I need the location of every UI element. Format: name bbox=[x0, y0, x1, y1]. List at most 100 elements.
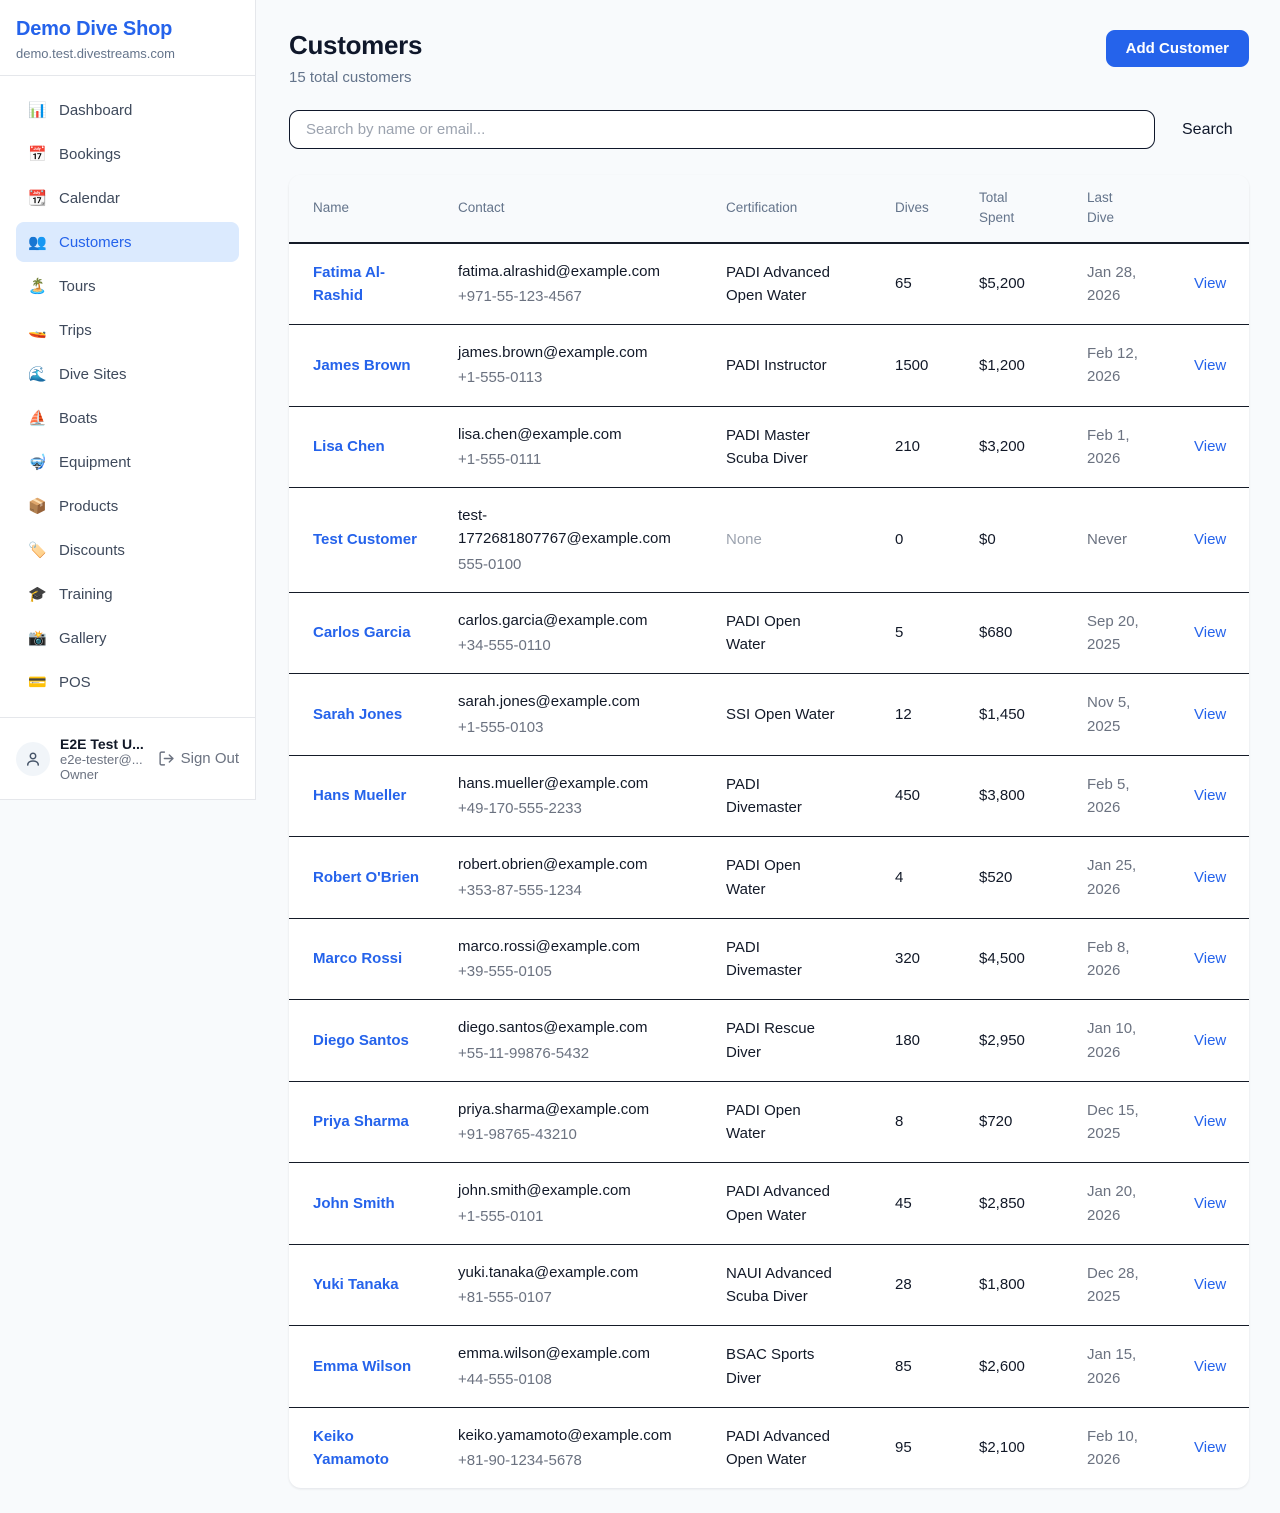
customer-total-spent: $520 bbox=[955, 837, 1063, 919]
customer-view-link[interactable]: View bbox=[1194, 275, 1226, 292]
customer-last-dive: Feb 8, 2026 bbox=[1063, 918, 1170, 1000]
customer-name-link[interactable]: Keiko Yamamoto bbox=[313, 1428, 389, 1468]
sidebar-item-pos[interactable]: 💳 POS bbox=[16, 662, 239, 702]
customer-total-spent: $0 bbox=[955, 488, 1063, 593]
customer-view-link[interactable]: View bbox=[1194, 869, 1226, 886]
customer-phone: +353-87-555-1234 bbox=[458, 879, 674, 902]
customer-name-link[interactable]: Emma Wilson bbox=[313, 1358, 411, 1375]
customer-view-link[interactable]: View bbox=[1194, 531, 1226, 548]
customer-email: priya.sharma@example.com bbox=[458, 1098, 674, 1121]
customer-name-link[interactable]: Robert O'Brien bbox=[313, 869, 419, 886]
customer-email: lisa.chen@example.com bbox=[458, 423, 674, 446]
customer-count: 15 total customers bbox=[289, 69, 422, 86]
customer-total-spent: $720 bbox=[955, 1081, 1063, 1163]
customer-dives: 85 bbox=[871, 1326, 955, 1408]
customer-email: sarah.jones@example.com bbox=[458, 690, 674, 713]
customer-certification: PADI Master Scuba Diver bbox=[726, 427, 810, 467]
customer-certification: PADI Instructor bbox=[726, 357, 827, 374]
nav-label: Tours bbox=[59, 278, 96, 295]
column-header-actions bbox=[1170, 175, 1249, 243]
customer-name-link[interactable]: Priya Sharma bbox=[313, 1113, 409, 1130]
sign-out-button[interactable]: Sign Out bbox=[158, 750, 239, 767]
sidebar-item-bookings[interactable]: 📅 Bookings bbox=[16, 134, 239, 174]
customer-name-link[interactable]: Sarah Jones bbox=[313, 706, 402, 723]
customer-total-spent: $2,100 bbox=[955, 1407, 1063, 1488]
customer-name-link[interactable]: Test Customer bbox=[313, 531, 417, 548]
customer-last-dive: Feb 5, 2026 bbox=[1063, 755, 1170, 837]
sailboat-icon: ⛵ bbox=[28, 409, 46, 427]
customer-view-link[interactable]: View bbox=[1194, 1113, 1226, 1130]
customer-total-spent: $5,200 bbox=[955, 243, 1063, 325]
island-icon: 🏝️ bbox=[28, 277, 46, 295]
graduation-cap-icon: 🎓 bbox=[28, 585, 46, 603]
user-section: E2E Test U... e2e-tester@... Owner Sign … bbox=[0, 717, 255, 799]
customer-certification: PADI Advanced Open Water bbox=[726, 1183, 830, 1223]
customer-view-link[interactable]: View bbox=[1194, 1276, 1226, 1293]
customer-view-link[interactable]: View bbox=[1194, 438, 1226, 455]
sidebar-item-dashboard[interactable]: 📊 Dashboard bbox=[16, 90, 239, 130]
customer-last-dive: Jan 20, 2026 bbox=[1063, 1163, 1170, 1245]
sidebar-item-tours[interactable]: 🏝️ Tours bbox=[16, 266, 239, 306]
customer-email: test-1772681807767@example.com bbox=[458, 504, 674, 551]
customer-total-spent: $2,950 bbox=[955, 1000, 1063, 1082]
nav-label: POS bbox=[59, 674, 91, 691]
sidebar-item-equipment[interactable]: 🤿 Equipment bbox=[16, 442, 239, 482]
customer-last-dive: Nov 5, 2025 bbox=[1063, 674, 1170, 756]
customer-name-link[interactable]: John Smith bbox=[313, 1195, 395, 1212]
shop-domain: demo.test.divestreams.com bbox=[16, 46, 239, 61]
customer-row: Fatima Al-Rashid fatima.alrashid@example… bbox=[289, 243, 1249, 325]
customer-name-link[interactable]: Marco Rossi bbox=[313, 950, 402, 967]
customer-phone: +1-555-0111 bbox=[458, 448, 674, 471]
customer-view-link[interactable]: View bbox=[1194, 1439, 1226, 1456]
customer-name-link[interactable]: Carlos Garcia bbox=[313, 624, 411, 641]
customer-certification: PADI Open Water bbox=[726, 613, 801, 653]
customer-phone: +55-11-99876-5432 bbox=[458, 1042, 674, 1065]
sidebar-item-products[interactable]: 📦 Products bbox=[16, 486, 239, 526]
customer-view-link[interactable]: View bbox=[1194, 1032, 1226, 1049]
nav-label: Trips bbox=[59, 322, 92, 339]
search-input[interactable] bbox=[289, 110, 1155, 149]
add-customer-button[interactable]: Add Customer bbox=[1106, 30, 1249, 67]
avatar bbox=[16, 742, 50, 776]
customer-phone: +34-555-0110 bbox=[458, 634, 674, 657]
customer-row: Yuki Tanaka yuki.tanaka@example.com +81-… bbox=[289, 1244, 1249, 1326]
nav-label: Dive Sites bbox=[59, 366, 127, 383]
customer-name-link[interactable]: Yuki Tanaka bbox=[313, 1276, 399, 1293]
customer-view-link[interactable]: View bbox=[1194, 706, 1226, 723]
customer-last-dive: Sep 20, 2025 bbox=[1063, 592, 1170, 674]
customer-view-link[interactable]: View bbox=[1194, 357, 1226, 374]
customer-row: Carlos Garcia carlos.garcia@example.com … bbox=[289, 592, 1249, 674]
customer-name-link[interactable]: Fatima Al-Rashid bbox=[313, 264, 385, 304]
sidebar-item-calendar[interactable]: 📆 Calendar bbox=[16, 178, 239, 218]
sidebar-item-training[interactable]: 🎓 Training bbox=[16, 574, 239, 614]
customer-dives: 4 bbox=[871, 837, 955, 919]
customer-view-link[interactable]: View bbox=[1194, 1195, 1226, 1212]
customer-row: Diego Santos diego.santos@example.com +5… bbox=[289, 1000, 1249, 1082]
customer-total-spent: $680 bbox=[955, 592, 1063, 674]
customer-view-link[interactable]: View bbox=[1194, 787, 1226, 804]
customer-total-spent: $1,200 bbox=[955, 325, 1063, 407]
search-row: Search bbox=[289, 110, 1249, 149]
sidebar-item-boats[interactable]: ⛵ Boats bbox=[16, 398, 239, 438]
customer-view-link[interactable]: View bbox=[1194, 1358, 1226, 1375]
customer-email: fatima.alrashid@example.com bbox=[458, 260, 674, 283]
sidebar-header: Demo Dive Shop demo.test.divestreams.com bbox=[0, 0, 255, 76]
customer-name-link[interactable]: Lisa Chen bbox=[313, 438, 385, 455]
customer-name-link[interactable]: Hans Mueller bbox=[313, 787, 406, 804]
customer-view-link[interactable]: View bbox=[1194, 624, 1226, 641]
sidebar-item-dive-sites[interactable]: 🌊 Dive Sites bbox=[16, 354, 239, 394]
nav-label: Discounts bbox=[59, 542, 125, 559]
customer-view-link[interactable]: View bbox=[1194, 950, 1226, 967]
user-info: E2E Test U... e2e-tester@... Owner bbox=[60, 736, 148, 782]
sidebar-item-customers[interactable]: 👥 Customers bbox=[16, 222, 239, 262]
sidebar-item-discounts[interactable]: 🏷️ Discounts bbox=[16, 530, 239, 570]
customer-name-link[interactable]: James Brown bbox=[313, 357, 411, 374]
customer-name-link[interactable]: Diego Santos bbox=[313, 1032, 409, 1049]
customer-dives: 320 bbox=[871, 918, 955, 1000]
search-button[interactable]: Search bbox=[1182, 121, 1233, 139]
sidebar-item-trips[interactable]: 🚤 Trips bbox=[16, 310, 239, 350]
customer-last-dive: Dec 28, 2025 bbox=[1063, 1244, 1170, 1326]
customer-certification: PADI Open Water bbox=[726, 1102, 801, 1142]
sidebar-item-gallery[interactable]: 📸 Gallery bbox=[16, 618, 239, 658]
shop-name: Demo Dive Shop bbox=[16, 18, 239, 41]
